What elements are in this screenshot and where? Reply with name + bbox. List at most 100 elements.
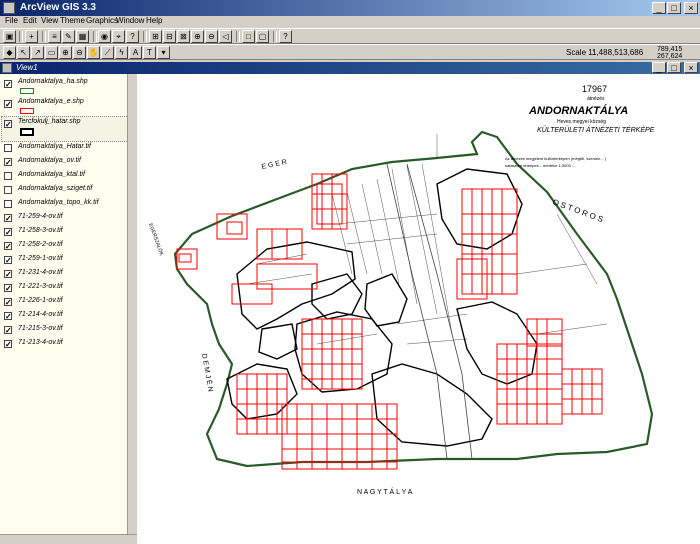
open-table-icon[interactable]: ▦ — [76, 30, 89, 43]
edit-legend-icon[interactable]: ✎ — [62, 30, 75, 43]
theme-item[interactable]: Andornaktalya_sziget.tif — [0, 184, 136, 198]
theme-checkbox[interactable] — [4, 144, 12, 152]
theme-properties-icon[interactable]: ≡ — [48, 30, 61, 43]
view-title: View1 — [16, 63, 38, 72]
theme-item[interactable]: ✓ 71-226-1-ov.tif — [0, 296, 136, 310]
theme-label: Andornaktalya_ov.tif — [18, 157, 81, 164]
map-display[interactable]: 17967 átnézés ANDORNAKTÁLYA Heves megyei… — [137, 74, 700, 544]
theme-item[interactable]: ✓ 71-259-4-ov.tif — [0, 212, 136, 226]
add-theme-icon[interactable]: + — [25, 30, 38, 43]
zoom-out-tool-icon[interactable]: ⊖ — [73, 46, 86, 59]
map-note-2: kataszteri térképek... mértéke 1:5000 ..… — [505, 163, 575, 168]
identify-icon[interactable]: ◆ — [3, 46, 16, 59]
neighbor-west-label: D E M J É N — [200, 353, 216, 392]
close-button[interactable]: × — [684, 2, 698, 14]
zoom-out-icon[interactable]: ⊖ — [205, 30, 218, 43]
zoom-active-icon[interactable]: ⊟ — [163, 30, 176, 43]
theme-label: 71-214-4-ov.tif — [18, 311, 63, 318]
theme-checkbox[interactable]: ✓ — [4, 242, 12, 251]
hotlink-icon[interactable]: ϟ — [115, 46, 128, 59]
theme-checkbox[interactable] — [4, 172, 12, 180]
theme-label: 71-213-4-ov.tif — [18, 339, 63, 346]
theme-item[interactable]: ✓ 71-221-3-ov.tif — [0, 282, 136, 296]
theme-checkbox[interactable]: ✓ — [4, 120, 12, 129]
menu-theme[interactable]: Theme — [60, 16, 85, 25]
theme-checkbox[interactable]: ✓ — [4, 100, 12, 109]
maximize-button[interactable]: □ — [667, 2, 681, 14]
zoom-in-icon[interactable]: ⊕ — [191, 30, 204, 43]
view-title-bar: View1 _ □ × — [0, 62, 700, 74]
menu-edit[interactable]: Edit — [23, 16, 37, 25]
pointer-icon[interactable]: ↖ — [17, 46, 30, 59]
zoom-previous-icon[interactable]: ◁ — [219, 30, 232, 43]
theme-label: 71-221-3-ov.tif — [18, 283, 63, 290]
theme-item[interactable]: ✓ 71-213-4-ov.tif — [0, 338, 136, 352]
theme-label: 71-226-1-ov.tif — [18, 297, 63, 304]
view-close-button[interactable]: × — [684, 62, 698, 73]
view-maximize-button[interactable]: □ — [667, 62, 681, 73]
theme-item[interactable]: ✓ Andornaktalya_ha.shp — [0, 78, 136, 98]
table-of-contents: ✓ Andornaktalya_ha.shp ✓ Andornaktalya_e… — [0, 74, 137, 544]
query-builder-icon[interactable]: ? — [126, 30, 139, 43]
title-bar: ArcView GIS 3.3 _ □ × — [0, 0, 700, 16]
zoom-full-icon[interactable]: ⊞ — [149, 30, 162, 43]
map-heading: KÜLTERÜLETI ÁTNÉZETI TÉRKÉPE — [537, 125, 655, 134]
theme-item[interactable]: ✓ 71-214-4-ov.tif — [0, 310, 136, 324]
menu-view[interactable]: View — [41, 16, 58, 25]
view-icon[interactable] — [2, 63, 12, 73]
theme-item[interactable]: ✓ 71-231-4-ov.tif — [0, 268, 136, 282]
measure-icon[interactable]: ⟋ — [101, 46, 114, 59]
select-feature-icon[interactable]: ▭ — [45, 46, 58, 59]
theme-item[interactable]: ✓ Andornaktalya_ov.tif — [0, 156, 136, 170]
tool-bar: ◆ ↖ ↗ ▭ ⊕ ⊖ ✋ ⟋ ϟ A T ▾ Scale 1: 1,488,5… — [0, 44, 700, 60]
toc-horizontal-scrollbar[interactable] — [0, 534, 137, 544]
theme-item[interactable]: Andornaktalya_Hatar.tif — [0, 142, 136, 156]
clear-selection-icon[interactable]: ▢ — [256, 30, 269, 43]
theme-item[interactable]: ✓ 71-258-2-ov.tif — [0, 240, 136, 254]
theme-checkbox[interactable] — [4, 200, 12, 208]
menu-window[interactable]: Window — [116, 16, 144, 25]
save-icon[interactable]: ▣ — [3, 30, 16, 43]
app-icon[interactable] — [3, 2, 15, 14]
theme-item[interactable]: ✓ 71-259-1-ov.tif — [0, 254, 136, 268]
theme-item[interactable]: Andornaktalya_ktal.tif — [0, 170, 136, 184]
vertex-edit-icon[interactable]: ↗ — [31, 46, 44, 59]
theme-label: Tercfokulj_hatar.shp — [18, 118, 81, 125]
theme-checkbox[interactable]: ✓ — [4, 326, 12, 335]
zoom-selected-icon[interactable]: ⊠ — [177, 30, 190, 43]
view-minimize-button[interactable]: _ — [652, 62, 666, 73]
theme-checkbox[interactable]: ✓ — [4, 340, 12, 349]
theme-checkbox[interactable]: ✓ — [4, 214, 12, 223]
theme-checkbox[interactable]: ✓ — [4, 298, 12, 307]
zoom-in-tool-icon[interactable]: ⊕ — [59, 46, 72, 59]
theme-checkbox[interactable]: ✓ — [4, 256, 12, 265]
theme-item[interactable]: ✓ 71-258-3-ov.tif — [0, 226, 136, 240]
menu-help[interactable]: Help — [146, 16, 162, 25]
map-canvas[interactable]: 17967 átnézés ANDORNAKTÁLYA Heves megyei… — [137, 74, 700, 544]
theme-checkbox[interactable]: ✓ — [4, 80, 12, 89]
theme-item[interactable]: ✓ 71-215-3-ov.tif — [0, 324, 136, 338]
theme-item[interactable]: Andornaktalya_topo_kk.tif — [0, 198, 136, 212]
theme-checkbox[interactable]: ✓ — [4, 228, 12, 237]
menu-graphics[interactable]: Graphics — [86, 16, 118, 25]
label-icon[interactable]: A — [129, 46, 142, 59]
theme-checkbox[interactable] — [4, 186, 12, 194]
theme-checkbox[interactable]: ✓ — [4, 312, 12, 321]
help-icon[interactable]: ? — [279, 30, 292, 43]
theme-checkbox[interactable]: ✓ — [4, 158, 12, 167]
draw-tool-icon[interactable]: ▾ — [157, 46, 170, 59]
theme-checkbox[interactable]: ✓ — [4, 284, 12, 293]
menu-file[interactable]: File — [5, 16, 18, 25]
road-lines — [386, 163, 473, 460]
locate-icon[interactable]: ⌖ — [112, 30, 125, 43]
text-tool-icon[interactable]: T — [143, 46, 156, 59]
minimize-button[interactable]: _ — [652, 2, 666, 14]
theme-checkbox[interactable]: ✓ — [4, 270, 12, 279]
select-features-icon[interactable]: □ — [242, 30, 255, 43]
theme-item[interactable]: ✓ Tercfokulj_hatar.shp — [0, 118, 136, 140]
pan-icon[interactable]: ✋ — [87, 46, 100, 59]
find-icon[interactable]: ◉ — [98, 30, 111, 43]
theme-item[interactable]: ✓ Andornaktalya_e.shp — [0, 98, 136, 118]
map-title: ANDORNAKTÁLYA — [528, 104, 628, 117]
toc-vertical-scrollbar[interactable] — [127, 74, 137, 534]
